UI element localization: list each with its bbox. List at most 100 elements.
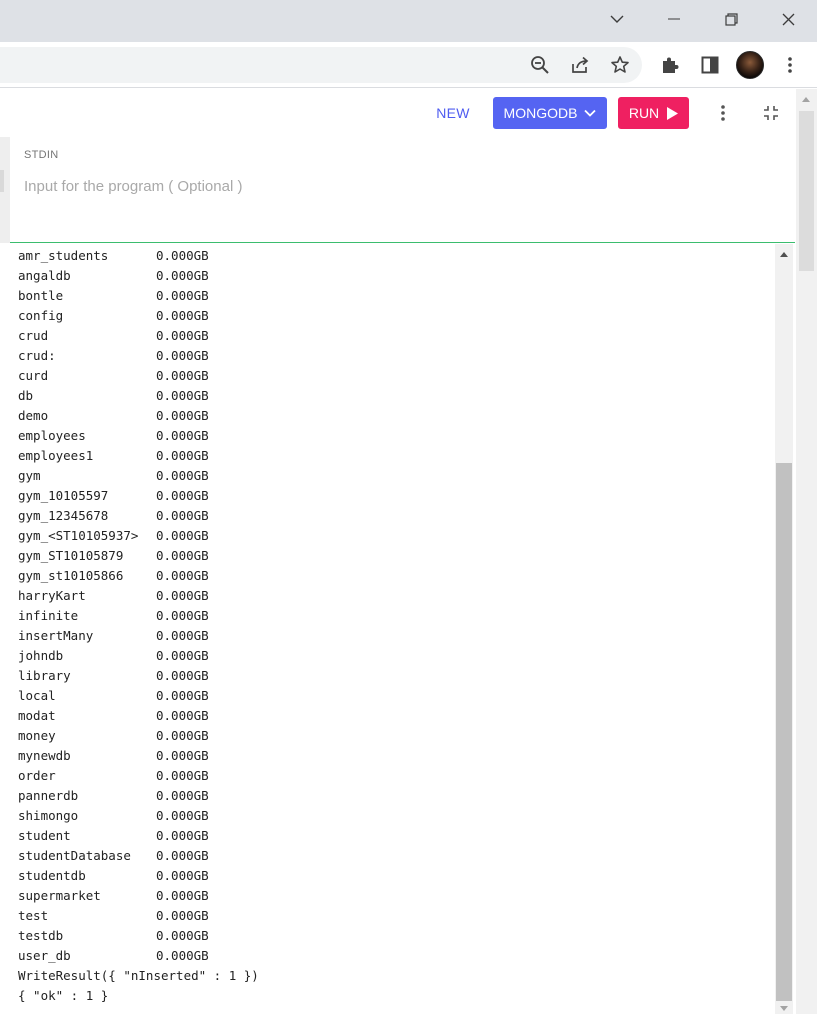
db-size: 0.000GB [156,868,209,883]
output-line-db: pannerdb 0.000GB [18,786,209,806]
db-name: crud: [18,348,56,363]
output-line-db: modat 0.000GB [18,706,209,726]
run-button[interactable]: RUN [618,97,689,129]
db-name: gym [18,468,41,483]
output-line-db: testdb 0.000GB [18,926,209,946]
output-line-db: studentDatabase 0.000GB [18,846,209,866]
share-icon[interactable] [567,52,593,78]
output-line-db: order 0.000GB [18,766,209,786]
restore-icon[interactable] [702,0,760,38]
editor-header: NEW MONGODB RUN [0,89,796,137]
side-panel-icon[interactable] [697,52,723,78]
gutter-marker [0,170,4,192]
db-size: 0.000GB [156,248,209,263]
db-size: 0.000GB [156,408,209,423]
db-name: gym_<ST10105937> [18,528,139,543]
output-line-db: demo 0.000GB [18,406,209,426]
db-name: user_db [18,948,71,963]
output-console: amr_students 0.000GB angaldb 0.000GB bontle 0… [10,244,775,1014]
db-name: db [18,388,34,403]
db-size: 0.000GB [156,708,209,723]
output-line-db: gym_st10105866 0.000GB [18,566,209,586]
db-size: 0.000GB [156,268,209,283]
output-line-db: mynewdb 0.000GB [18,746,209,766]
chevron-down-icon [584,109,597,117]
db-size: 0.000GB [156,288,209,303]
output-line-db: employees1 0.000GB [18,446,209,466]
db-name: insertMany [18,628,94,643]
profile-avatar[interactable] [736,51,764,79]
db-size: 0.000GB [156,948,209,963]
db-name: test [18,908,49,923]
new-button[interactable]: NEW [428,97,478,129]
db-size: 0.000GB [156,488,209,503]
output-line-db: db 0.000GB [18,386,209,406]
tab-search-chevron-icon[interactable] [588,0,646,38]
db-size: 0.000GB [156,448,209,463]
bookmark-star-icon[interactable] [607,52,633,78]
db-size: 0.000GB [156,648,209,663]
db-size: 0.000GB [156,628,209,643]
db-name: harryKart [18,588,86,603]
output-line-db: employees 0.000GB [18,426,209,446]
output-line-db: insertMany 0.000GB [18,626,209,646]
db-size: 0.000GB [156,588,209,603]
output-line-db: money 0.000GB [18,726,209,746]
db-name: johndb [18,648,64,663]
db-name: mynewdb [18,748,71,763]
output-line-ok-result: { "ok" : 1 } [18,988,109,1003]
output-line-db: gym_ST10105879 0.000GB [18,546,209,566]
db-size: 0.000GB [156,368,209,383]
output-line-db: user_db 0.000GB [18,946,209,966]
output-line-db: shimongo 0.000GB [18,806,209,826]
play-icon [667,106,679,120]
db-size: 0.000GB [156,768,209,783]
language-select-button[interactable]: MONGODB [493,97,607,129]
new-button-label: NEW [436,105,470,121]
db-size: 0.000GB [156,388,209,403]
close-icon[interactable] [759,0,817,38]
db-size: 0.000GB [156,908,209,923]
db-name: modat [18,708,56,723]
output-scrollbar[interactable] [775,244,793,1014]
db-name: amr_students [18,248,109,263]
output-line-db: test 0.000GB [18,906,209,926]
scroll-up-arrow-icon[interactable] [802,97,810,102]
page-scrollbar[interactable] [796,89,817,1014]
db-name: money [18,728,56,743]
db-name: library [18,668,71,683]
stdin-input[interactable] [24,174,764,198]
db-size: 0.000GB [156,788,209,803]
db-size: 0.000GB [156,568,209,583]
db-size: 0.000GB [156,428,209,443]
minimize-icon[interactable] [645,0,703,38]
more-menu-icon[interactable] [777,52,803,78]
output-scrollbar-thumb[interactable] [776,463,792,1001]
stdin-label: STDIN [24,149,59,161]
output-line-db: angaldb 0.000GB [18,266,209,286]
extensions-puzzle-icon[interactable] [657,52,683,78]
db-size: 0.000GB [156,728,209,743]
db-size: 0.000GB [156,608,209,623]
db-name: config [18,308,64,323]
exit-fullscreen-icon[interactable] [759,101,783,125]
options-menu-icon[interactable] [711,101,735,125]
zoom-out-icon[interactable] [527,52,553,78]
scroll-up-arrow-icon[interactable] [780,252,788,257]
db-size: 0.000GB [156,808,209,823]
output-line-db: local 0.000GB [18,686,209,706]
language-label: MONGODB [503,105,578,121]
page-scrollbar-thumb[interactable] [799,111,814,271]
db-name: supermarket [18,888,101,903]
output-line-db: gym_<ST10105937> 0.000GB [18,526,209,546]
db-name: gym_12345678 [18,508,109,523]
output-line-db: library 0.000GB [18,666,209,686]
db-size: 0.000GB [156,328,209,343]
output-line-db: studentdb 0.000GB [18,866,209,886]
scroll-down-arrow-icon[interactable] [780,1006,788,1011]
db-size: 0.000GB [156,848,209,863]
db-size: 0.000GB [156,348,209,363]
db-name: order [18,768,56,783]
db-size: 0.000GB [156,548,209,563]
db-name: testdb [18,928,64,943]
